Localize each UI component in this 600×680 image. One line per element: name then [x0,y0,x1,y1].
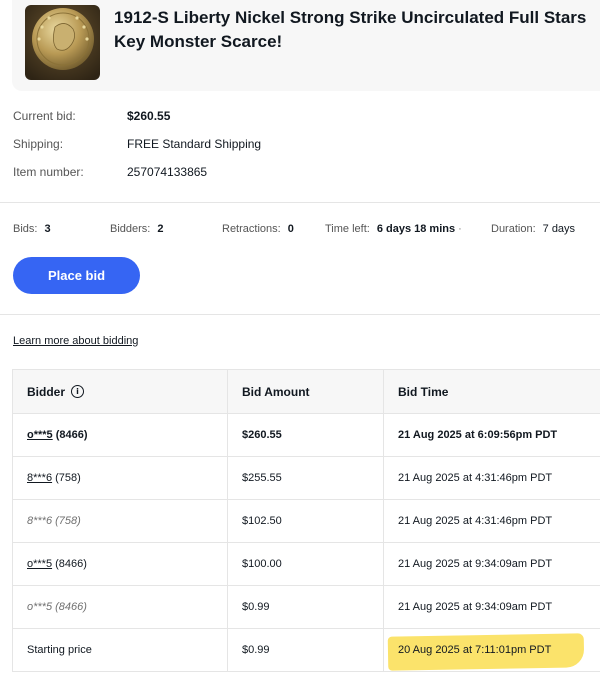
bid-amount-cell: $102.50 [227,500,383,542]
divider [0,314,600,315]
current-bid-row: Current bid: $260.55 [13,109,593,137]
time-left-label: Time left: [325,223,370,235]
bids-label: Bids: [13,223,38,235]
starting-price-row: Starting price $0.99 20 Aug 2025 at 7:11… [13,629,600,672]
bidder-username-link[interactable]: o***5 [27,558,52,570]
bidder-cell: o***5 (8466) [13,414,227,456]
bid-time-cell: 21 Aug 2025 at 9:34:09am PDT [383,543,600,585]
bid-amount-column-header: Bid Amount [227,370,383,413]
duration-value: 7 days [542,223,576,235]
bidder-feedback-score: (758) [55,472,81,484]
bid-amount-cell: $100.00 [227,543,383,585]
bid-amount-cell: $0.99 [227,586,383,628]
place-bid-button[interactable]: Place bid [13,257,140,294]
retractions-label: Retractions: [222,223,281,235]
separator-dot-icon: · [458,223,462,235]
listing-title: 1912-S Liberty Nickel Strong Strike Unci… [114,8,587,51]
retractions-value: 0 [287,223,294,235]
table-row: 8***6 (758) $255.55 21 Aug 2025 at 4:31:… [13,457,600,500]
table-row: o***5 (8466) $100.00 21 Aug 2025 at 9:34… [13,543,600,586]
shipping-value: FREE Standard Shipping [127,137,262,151]
bidder-feedback-score: (8466) [55,429,88,441]
bid-time-column-header: Bid Time [383,370,600,413]
item-number-value: 257074133865 [127,165,208,179]
starting-time-value: 20 Aug 2025 at 7:11:01pm PDT [398,644,552,656]
bidder-cell: o***5 (8466) [13,543,227,585]
bid-amount-cell: $255.55 [227,457,383,499]
bidder-username: o***5 [27,601,53,613]
bidder-column-header: Bidder i [13,370,227,413]
bid-history-table: Bidder i Bid Amount Bid Time o***5 (8466… [12,369,600,672]
bidders-stat: Bidders: 2 [110,223,163,235]
bidders-value: 2 [157,223,164,235]
bid-time-cell: 21 Aug 2025 at 6:09:56pm PDT [383,414,600,456]
bidder-username: 8***6 [27,515,53,527]
coin-thumbnail[interactable] [25,5,100,80]
retractions-stat: Retractions: 0 [222,223,294,235]
table-row: o***5 (8466) $0.99 21 Aug 2025 at 9:34:0… [13,586,600,629]
bidder-feedback-score: (758) [55,515,81,527]
time-left-value: 6 days 18 mins [376,223,456,235]
starting-price-label: Starting price [27,644,92,656]
time-left-stat: Time left: 6 days 18 mins · [325,223,462,235]
starting-time-cell: 20 Aug 2025 at 7:11:01pm PDT [383,629,600,671]
bid-details: Current bid: $260.55 Shipping: FREE Stan… [13,109,593,193]
bidder-cell: o***5 (8466) [13,586,227,628]
shipping-row: Shipping: FREE Standard Shipping [13,137,593,165]
learn-more-link[interactable]: Learn more about bidding [13,335,138,347]
divider [0,202,600,203]
starting-price-amount: $0.99 [227,629,383,671]
item-number-label: Item number: [13,165,84,179]
bid-amount-cell: $260.55 [227,414,383,456]
duration-stat: Duration: 7 days [491,223,575,235]
bidder-header-label: Bidder [27,384,66,399]
current-bid-label: Current bid: [13,109,76,123]
bids-stat: Bids: 3 [13,223,51,235]
duration-label: Duration: [491,223,536,235]
bidder-feedback-score: (8466) [55,601,87,613]
bids-value: 3 [44,223,51,235]
bidder-username-link[interactable]: o***5 [27,429,53,441]
bid-time-cell: 21 Aug 2025 at 9:34:09am PDT [383,586,600,628]
current-bid-value: $260.55 [127,109,171,123]
bidder-cell: 8***6 (758) [13,500,227,542]
table-row: 8***6 (758) $102.50 21 Aug 2025 at 4:31:… [13,500,600,543]
bidder-cell: 8***6 (758) [13,457,227,499]
bid-time-cell: 21 Aug 2025 at 4:31:46pm PDT [383,457,600,499]
item-number-row: Item number: 257074133865 [13,165,593,193]
bidder-feedback-score: (8466) [55,558,87,570]
bidder-username-link[interactable]: 8***6 [27,472,52,484]
table-row: o***5 (8466) $260.55 21 Aug 2025 at 6:09… [13,414,600,457]
shipping-label: Shipping: [13,137,64,151]
info-icon[interactable]: i [71,385,85,398]
bid-time-cell: 21 Aug 2025 at 4:31:46pm PDT [383,500,600,542]
bidders-label: Bidders: [110,223,151,235]
listing-header: 1912-S Liberty Nickel Strong Strike Unci… [12,0,600,91]
table-header-row: Bidder i Bid Amount Bid Time [13,370,600,414]
